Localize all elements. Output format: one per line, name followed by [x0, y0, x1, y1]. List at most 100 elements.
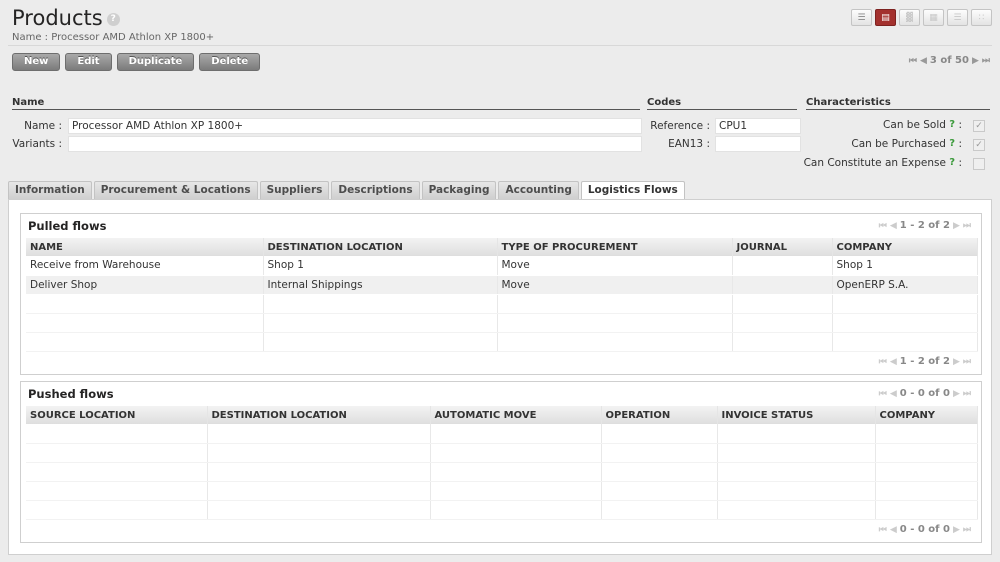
record-pager-text: 3 of 50	[929, 55, 969, 66]
form-view-icon[interactable]: ▤	[875, 9, 896, 26]
cell: Move	[497, 275, 733, 295]
reference-field[interactable]: CPU1	[715, 118, 801, 134]
new-button[interactable]: New	[12, 53, 61, 71]
next-page-icon[interactable]: ▶	[953, 389, 960, 399]
previous-page-icon[interactable]: ◀	[890, 389, 897, 399]
last-page-icon[interactable]: ⏭	[963, 525, 971, 535]
ean13-field[interactable]	[715, 136, 801, 152]
logistics-flows-panel: Pulled flows ⏮ ◀ 1 - 2 of 2 ▶ ⏭ NAME DES…	[8, 199, 992, 555]
ean13-label: EAN13 :	[668, 138, 710, 150]
cell: Shop 1	[263, 256, 498, 276]
tab-suppliers[interactable]: Suppliers	[259, 181, 330, 199]
last-page-icon[interactable]: ⏭	[963, 357, 971, 367]
column-header[interactable]: COMPANY	[832, 238, 978, 256]
can-constitute-expense-checkbox[interactable]	[973, 158, 985, 170]
cell: OpenERP S.A.	[832, 275, 978, 295]
page-title: Products?	[12, 6, 120, 30]
section-name-header: Name	[12, 97, 640, 110]
pulled-flows-box: Pulled flows ⏮ ◀ 1 - 2 of 2 ▶ ⏭ NAME DES…	[20, 213, 982, 375]
reference-label: Reference :	[650, 120, 710, 132]
previous-page-icon[interactable]: ◀	[890, 357, 897, 367]
cell	[732, 256, 833, 276]
next-page-icon[interactable]: ▶	[953, 221, 960, 231]
previous-page-icon[interactable]: ◀	[890, 525, 897, 535]
help-icon[interactable]: ?	[949, 119, 955, 130]
can-be-purchased-checkbox[interactable]: ✓	[973, 139, 985, 151]
tab-descriptions[interactable]: Descriptions	[331, 181, 420, 199]
section-characteristics-header: Characteristics	[806, 97, 990, 110]
empty-row	[26, 500, 978, 520]
pulled-flows-title: Pulled flows	[28, 219, 107, 233]
name-field[interactable]: Processor AMD Athlon XP 1800+	[68, 118, 642, 134]
variants-field[interactable]	[68, 136, 642, 152]
first-page-icon[interactable]: ⏮	[879, 389, 887, 399]
first-page-icon[interactable]: ⏮	[879, 525, 887, 535]
empty-row	[26, 462, 978, 482]
next-page-icon[interactable]: ▶	[953, 357, 960, 367]
empty-row	[26, 332, 978, 352]
column-header[interactable]: JOURNAL	[732, 238, 833, 256]
help-icon[interactable]: ?	[949, 157, 955, 168]
help-icon[interactable]: ?	[949, 138, 955, 149]
help-icon[interactable]: ?	[106, 12, 120, 26]
empty-row	[26, 313, 978, 333]
list-view-icon[interactable]: ☰	[851, 9, 872, 26]
first-page-icon[interactable]: ⏮	[879, 357, 887, 367]
pushed-flows-table: SOURCE LOCATION DESTINATION LOCATION AUT…	[26, 406, 978, 520]
table-row[interactable]: Receive from Warehouse Shop 1 Move Shop …	[26, 256, 978, 276]
column-header[interactable]: DESTINATION LOCATION	[207, 406, 431, 424]
edit-button[interactable]: Edit	[65, 53, 112, 71]
pulled-pager-text: 1 - 2 of 2	[899, 356, 950, 367]
last-page-icon[interactable]: ⏭	[963, 221, 971, 231]
column-header[interactable]: OPERATION	[601, 406, 718, 424]
gantt-view-icon[interactable]: ☰	[947, 9, 968, 26]
notebook-tabs: Information Procurement & Locations Supp…	[8, 181, 685, 200]
column-header[interactable]: INVOICE STATUS	[717, 406, 876, 424]
tab-procurement-locations[interactable]: Procurement & Locations	[93, 181, 258, 199]
cell: Deliver Shop	[26, 275, 264, 295]
graph-view-icon[interactable]: ▓	[899, 9, 920, 26]
first-page-icon[interactable]: ⏮	[879, 221, 887, 231]
tab-information[interactable]: Information	[8, 181, 92, 199]
record-pager: ⏮ ◀ 3 of 50 ▶ ⏭	[909, 55, 990, 66]
section-codes-header: Codes	[647, 97, 797, 110]
pushed-flows-pager-top: ⏮ ◀ 0 - 0 of 0 ▶ ⏭	[879, 388, 971, 399]
can-be-sold-checkbox[interactable]: ✓	[973, 120, 985, 132]
table-row[interactable]: Deliver Shop Internal Shippings Move Ope…	[26, 275, 978, 295]
view-switcher: ☰ ▤ ▓ ▦ ☰ ∷	[851, 9, 992, 26]
cell: Internal Shippings	[263, 275, 498, 295]
column-header[interactable]: TYPE OF PROCUREMENT	[497, 238, 733, 256]
tab-logistics-flows[interactable]: Logistics Flows	[580, 181, 685, 200]
column-header[interactable]: SOURCE LOCATION	[26, 406, 208, 424]
previous-page-icon[interactable]: ◀	[890, 221, 897, 231]
column-header[interactable]: COMPANY	[875, 406, 978, 424]
header-divider	[8, 45, 992, 46]
last-record-icon[interactable]: ⏭	[982, 56, 990, 66]
breadcrumb-subtitle: Name : Processor AMD Athlon XP 1800+	[12, 32, 215, 43]
calendar-view-icon[interactable]: ▦	[923, 9, 944, 26]
column-header[interactable]: AUTOMATIC MOVE	[430, 406, 602, 424]
pushed-flows-box: Pushed flows ⏮ ◀ 0 - 0 of 0 ▶ ⏭ SOURCE L…	[20, 381, 982, 543]
pushed-pager-text: 0 - 0 of 0	[899, 524, 950, 535]
cell: Shop 1	[832, 256, 978, 276]
kanban-view-icon[interactable]: ∷	[971, 9, 992, 26]
delete-button[interactable]: Delete	[199, 53, 261, 71]
action-toolbar: New Edit Duplicate Delete	[12, 53, 261, 71]
pulled-flows-pager-bottom: ⏮ ◀ 1 - 2 of 2 ▶ ⏭	[879, 356, 971, 367]
tab-accounting[interactable]: Accounting	[498, 181, 579, 199]
next-page-icon[interactable]: ▶	[953, 525, 960, 535]
column-header[interactable]: DESTINATION LOCATION	[263, 238, 498, 256]
tab-packaging[interactable]: Packaging	[421, 181, 497, 199]
can-constitute-expense-label: Can Constitute an Expense ? :	[803, 157, 962, 169]
cell	[732, 275, 833, 295]
column-header[interactable]: NAME	[26, 238, 264, 256]
first-record-icon[interactable]: ⏮	[909, 56, 917, 66]
can-be-sold-label: Can be Sold ? :	[883, 119, 962, 131]
next-record-icon[interactable]: ▶	[972, 56, 979, 66]
duplicate-button[interactable]: Duplicate	[116, 53, 195, 71]
pushed-flows-pager-bottom: ⏮ ◀ 0 - 0 of 0 ▶ ⏭	[879, 524, 971, 535]
last-page-icon[interactable]: ⏭	[963, 389, 971, 399]
pushed-pager-text: 0 - 0 of 0	[899, 388, 950, 399]
name-label: Name :	[24, 120, 62, 132]
previous-record-icon[interactable]: ◀	[920, 56, 927, 66]
